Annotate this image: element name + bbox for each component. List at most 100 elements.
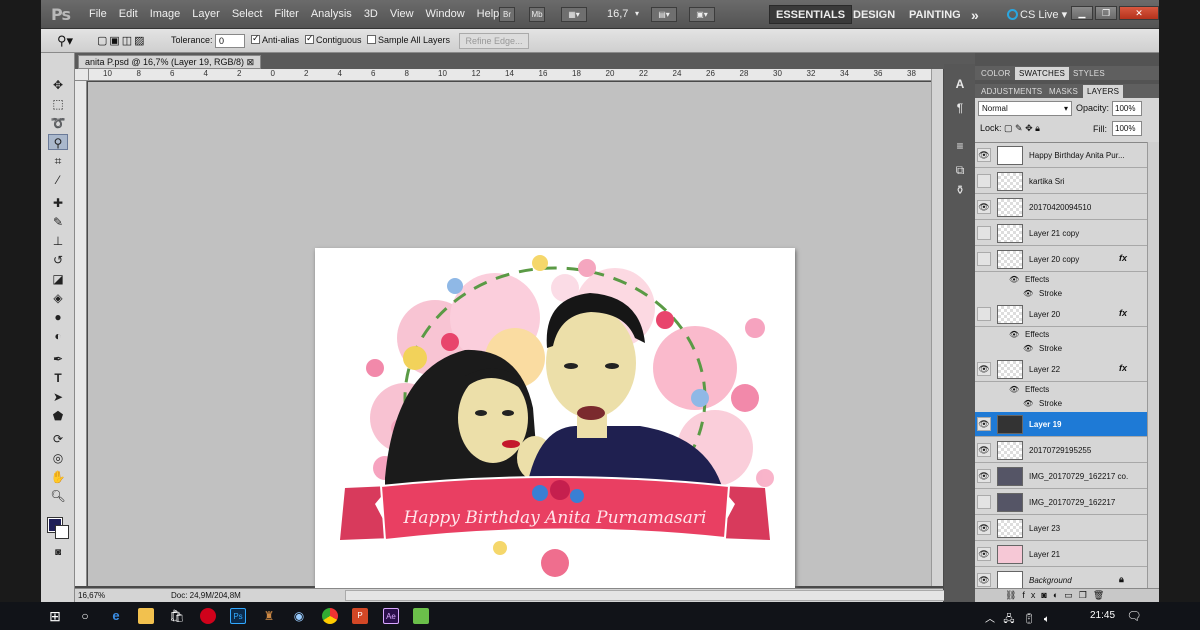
- menu-layer[interactable]: Layer: [186, 8, 226, 20]
- layer-row[interactable]: 👁︎ Layer 20 copy fx: [975, 247, 1147, 272]
- stroke-row[interactable]: 👁︎ Stroke: [975, 342, 1147, 356]
- layer-row[interactable]: 👁︎ Layer 21: [975, 542, 1147, 567]
- stroke-eye-icon[interactable]: 👁︎: [1023, 289, 1033, 298]
- tab-adjustments[interactable]: ADJUSTMENTS: [977, 85, 1046, 98]
- 3d-orbit-icon[interactable]: ◎: [48, 450, 68, 466]
- visibility-eye-icon[interactable]: 👁︎: [977, 252, 991, 266]
- quick-selection-tool-icon[interactable]: ⚲▾: [57, 33, 73, 49]
- marquee-tool-icon[interactable]: ⬚: [48, 96, 68, 112]
- app-green-icon[interactable]: [413, 608, 429, 624]
- layer-row[interactable]: 👁︎ Layer 20 fx: [975, 302, 1147, 327]
- clone-source-icon[interactable]: ⧉: [952, 162, 968, 178]
- background-color-swatch[interactable]: [55, 525, 69, 539]
- visibility-eye-icon[interactable]: 👁︎: [977, 226, 991, 240]
- visibility-eye-icon[interactable]: 👁︎: [977, 469, 991, 483]
- selection-mode-icons[interactable]: ▢▣◫▨: [97, 34, 147, 47]
- layer-row[interactable]: 👁︎ 20170729195255: [975, 438, 1147, 463]
- taskbar-clock[interactable]: 21:45: [1090, 610, 1115, 621]
- bridge-button[interactable]: Br: [499, 7, 515, 22]
- move-tool-icon[interactable]: ✥: [48, 77, 68, 93]
- tab-swatches[interactable]: SWATCHES: [1015, 67, 1070, 80]
- brush-tool-icon[interactable]: ✎: [48, 214, 68, 230]
- effects-row[interactable]: 👁︎ Effects: [975, 383, 1147, 397]
- file-explorer-icon[interactable]: [138, 608, 154, 624]
- tab-styles[interactable]: STYLES: [1069, 67, 1109, 80]
- layer-row[interactable]: 👁︎ IMG_20170729_162217: [975, 490, 1147, 515]
- visibility-eye-icon[interactable]: 👁︎: [977, 443, 991, 457]
- effects-eye-icon[interactable]: 👁︎: [1009, 385, 1019, 394]
- close-button[interactable]: ✕: [1119, 6, 1159, 20]
- more-workspaces-icon[interactable]: »: [965, 5, 985, 24]
- minibridge-button[interactable]: Mb: [529, 7, 545, 22]
- layer-row[interactable]: 👁︎ 20170420094510: [975, 195, 1147, 220]
- photoshop-taskbar-icon[interactable]: Ps: [230, 608, 246, 624]
- blur-tool-icon[interactable]: ●: [48, 309, 68, 325]
- horizontal-scrollbar[interactable]: [345, 590, 965, 601]
- canvas-area[interactable]: Happy Birthday Anita Purnamasari: [88, 82, 943, 588]
- start-button-icon[interactable]: ⊞: [47, 608, 63, 624]
- visibility-eye-icon[interactable]: 👁︎: [977, 573, 991, 587]
- cortana-icon[interactable]: ○: [77, 608, 93, 624]
- dodge-tool-icon[interactable]: ◐: [48, 328, 68, 344]
- visibility-eye-icon[interactable]: 👁︎: [977, 547, 991, 561]
- zoom-dropdown-icon[interactable]: ▾: [635, 9, 639, 18]
- antialias-checkbox[interactable]: Anti-alias: [251, 33, 299, 45]
- layers-scrollbar[interactable]: [1147, 142, 1159, 588]
- layer-row-selected[interactable]: 👁︎ Layer 19: [975, 412, 1147, 437]
- menu-filter[interactable]: Filter: [268, 8, 304, 20]
- tab-masks[interactable]: MASKS: [1045, 85, 1082, 98]
- menu-3d[interactable]: 3D: [358, 8, 384, 20]
- view-extras-icon[interactable]: ▦▾: [561, 7, 587, 22]
- paragraph-panel-icon[interactable]: ¶: [952, 100, 968, 116]
- layer-actions-icons[interactable]: ⛓fx◙◐▭❐🗑︎: [1005, 590, 1110, 601]
- menu-file[interactable]: File: [83, 8, 113, 20]
- menu-window[interactable]: Window: [420, 8, 471, 20]
- minimize-button[interactable]: ▁: [1071, 6, 1093, 20]
- powerpoint-icon[interactable]: P: [352, 608, 368, 624]
- visibility-eye-icon[interactable]: 👁︎: [977, 521, 991, 535]
- zoom-level[interactable]: 16,7: [607, 8, 628, 20]
- screen-mode-icon[interactable]: ▣▾: [689, 7, 715, 22]
- visibility-eye-icon[interactable]: 👁︎: [977, 200, 991, 214]
- effects-row[interactable]: 👁︎ Effects: [975, 328, 1147, 342]
- workspace-design[interactable]: DESIGN: [847, 5, 901, 24]
- blend-mode-select[interactable]: Normal ▾: [978, 101, 1072, 116]
- path-selection-icon[interactable]: ➤: [48, 389, 68, 405]
- tolerance-input[interactable]: 0: [215, 34, 245, 48]
- clone-stamp-icon[interactable]: ⊥: [48, 233, 68, 249]
- vertical-ruler[interactable]: [75, 81, 87, 586]
- effects-row[interactable]: 👁︎ Effects: [975, 273, 1147, 287]
- tool-presets-icon[interactable]: ⚱: [952, 182, 968, 198]
- stroke-eye-icon[interactable]: 👁︎: [1023, 399, 1033, 408]
- edge-browser-icon[interactable]: e: [108, 608, 124, 624]
- fx-icon[interactable]: fx: [1119, 363, 1127, 373]
- quick-selection-tool-icon[interactable]: ⚲: [48, 134, 68, 150]
- paint-bucket-icon[interactable]: ◈: [48, 290, 68, 306]
- visibility-eye-icon[interactable]: 👁︎: [977, 417, 991, 431]
- lock-icons[interactable]: ▢ ✎ ✥ 🔒︎: [1004, 123, 1040, 133]
- visibility-eye-icon[interactable]: 👁︎: [977, 495, 991, 509]
- stroke-row[interactable]: 👁︎ Stroke: [975, 397, 1147, 411]
- media-icon[interactable]: ◉: [291, 608, 307, 624]
- shape-tool-icon[interactable]: ⬟: [48, 408, 68, 424]
- quick-mask-icon[interactable]: ◙: [48, 545, 68, 561]
- stroke-row[interactable]: 👁︎ Stroke: [975, 287, 1147, 301]
- visibility-eye-icon[interactable]: 👁︎: [977, 174, 991, 188]
- notifications-icon[interactable]: 🗨︎: [1126, 608, 1142, 624]
- workspace-essentials[interactable]: ESSENTIALS: [769, 5, 853, 24]
- refine-edge-button[interactable]: Refine Edge...: [459, 33, 529, 49]
- after-effects-icon[interactable]: Ae: [383, 608, 399, 624]
- menu-edit[interactable]: Edit: [113, 8, 144, 20]
- layer-row[interactable]: 👁︎ Happy Birthday Anita Pur...: [975, 143, 1147, 168]
- eraser-tool-icon[interactable]: ◪: [48, 271, 68, 287]
- tab-color[interactable]: COLOR: [977, 67, 1014, 80]
- layer-row[interactable]: 👁︎ IMG_20170729_162217 co...: [975, 464, 1147, 489]
- crop-tool-icon[interactable]: ⌗: [48, 153, 68, 169]
- store-icon[interactable]: 🛍︎: [169, 608, 185, 624]
- layer-row[interactable]: 👁︎ Layer 22 fx: [975, 357, 1147, 382]
- layer-row[interactable]: 👁︎ Layer 21 copy: [975, 221, 1147, 246]
- brushes-panel-icon[interactable]: ≡: [952, 138, 968, 154]
- menu-view[interactable]: View: [384, 8, 420, 20]
- vertical-scrollbar[interactable]: [931, 69, 943, 586]
- tab-layers[interactable]: LAYERS: [1083, 85, 1124, 98]
